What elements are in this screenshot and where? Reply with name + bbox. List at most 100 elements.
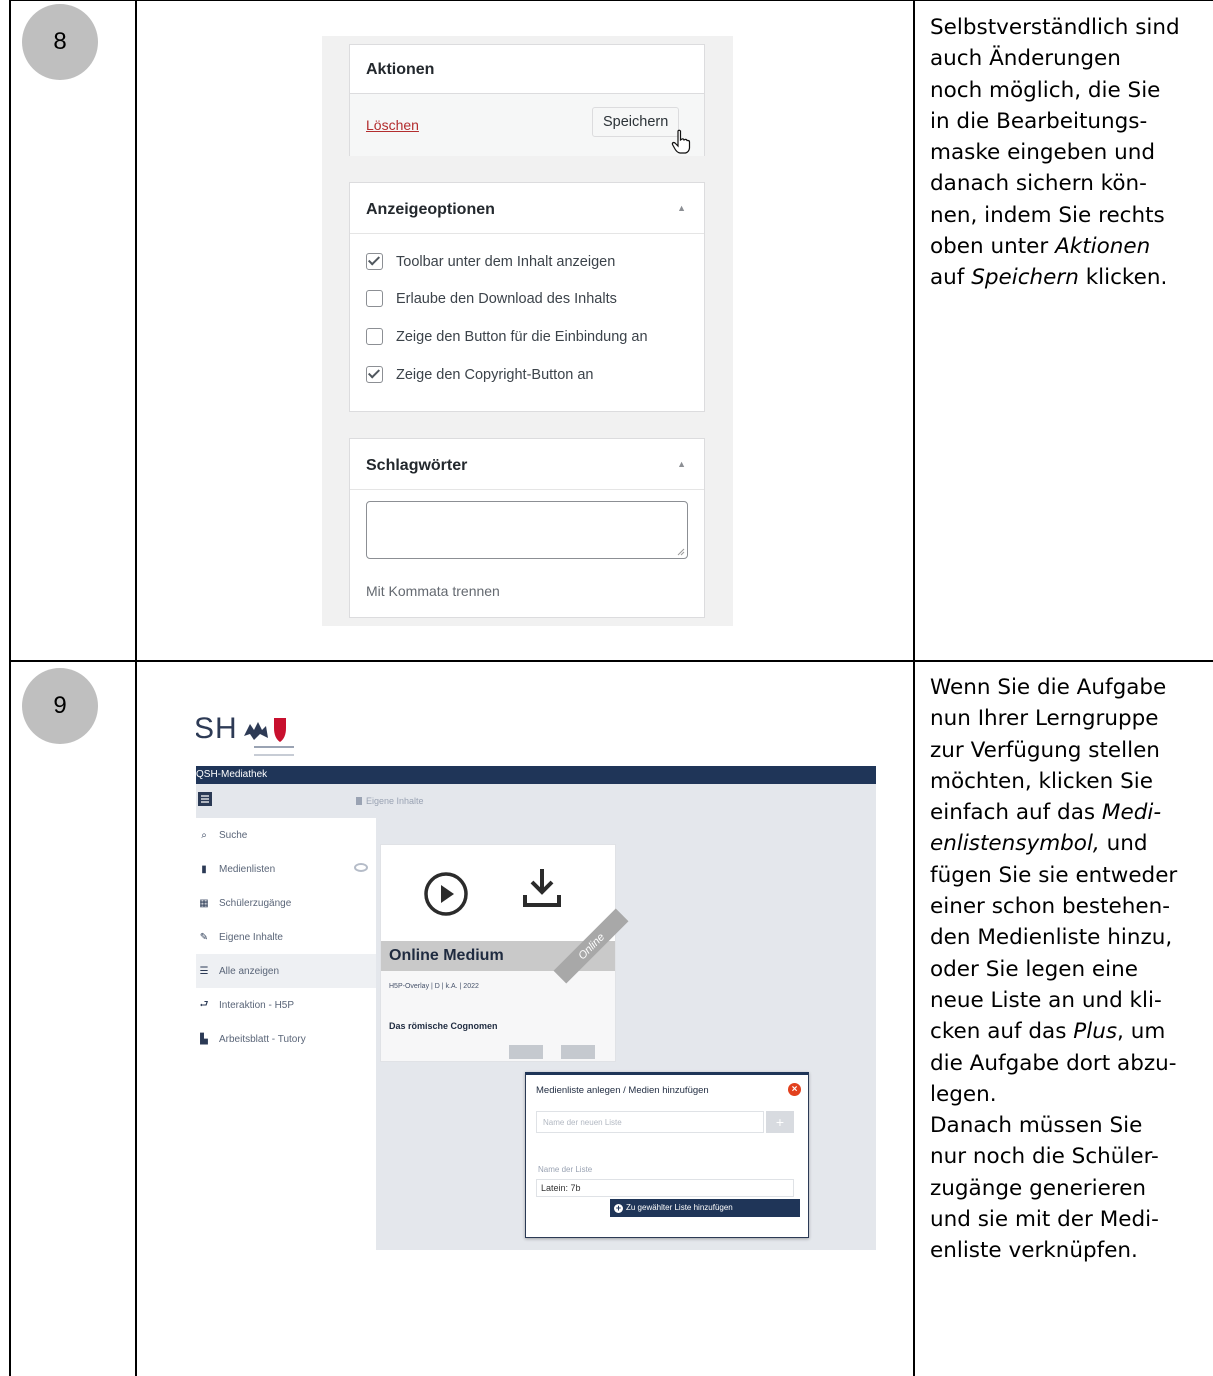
option-label: Erlaube den Download des Inhalts xyxy=(396,290,617,307)
option-copyright-button[interactable]: Zeige den Copyright-Button an xyxy=(366,366,594,383)
nav-alle-anzeigen[interactable]: ☰ Alle anzeigen xyxy=(196,954,376,988)
step8-screenshot: Aktionen Löschen Speichern Anzeigeoption… xyxy=(322,36,733,626)
eye-icon[interactable] xyxy=(354,863,368,872)
nav-medienlisten[interactable]: ▮ Medienlisten xyxy=(196,852,376,886)
text-line: nun Ihrer Lerngruppe xyxy=(930,706,1159,732)
text-line: nur noch die Schüler- xyxy=(930,1144,1159,1170)
table-border-left xyxy=(9,0,11,1376)
nav-schuelerzugaenge[interactable]: ▦ Schülerzugänge xyxy=(196,886,376,920)
text-line: zur Verfügung stellen xyxy=(930,737,1160,763)
text-fragment: einfach auf das xyxy=(930,800,1102,826)
text-fragment: und xyxy=(1099,831,1148,857)
nav-label: Interaktion - H5P xyxy=(219,999,295,1011)
option-toolbar[interactable]: Toolbar unter dem Inhalt anzeigen xyxy=(366,253,615,270)
table-border-col2 xyxy=(913,0,915,1376)
text-line: Danach müssen Sie xyxy=(930,1113,1143,1139)
table-icon: ▦ xyxy=(199,897,209,909)
text-line: fügen Sie sie entweder xyxy=(930,862,1178,888)
nav-interaktion-h5p[interactable]: ⮐ Interaktion - H5P xyxy=(196,988,376,1022)
option-label: Zeige den Button für die Einbindung an xyxy=(396,328,648,345)
list-value: Latein: 7b xyxy=(541,1183,581,1193)
play-icon xyxy=(424,872,468,916)
card-thumbnail xyxy=(381,845,615,941)
popup-title: Medienliste anlegen / Medien hinzufügen xyxy=(536,1085,709,1096)
text-line: Wenn Sie die Aufgabe xyxy=(930,675,1167,700)
checkbox[interactable] xyxy=(366,328,383,345)
text-line: einer schon bestehen- xyxy=(930,894,1170,920)
text-line: maske eingeben und xyxy=(930,140,1156,166)
save-button[interactable]: Speichern xyxy=(592,107,680,137)
text-line: oben unter Aktionen xyxy=(930,231,1210,262)
text-line: auf Speichern klicken. xyxy=(930,262,1210,293)
checkbox[interactable] xyxy=(366,290,383,307)
step-number-9: 9 xyxy=(22,668,98,744)
text-line: Selbstverständlich sind xyxy=(930,15,1180,40)
pencil-icon: ✎ xyxy=(199,931,209,943)
divider xyxy=(350,489,704,490)
checkbox[interactable] xyxy=(366,366,383,383)
tags-hint: Mit Kommata trennen xyxy=(366,583,500,599)
nav-suche[interactable]: ⌕ Suche xyxy=(196,818,376,852)
delete-link[interactable]: Löschen xyxy=(366,117,419,133)
card-meta: H5P-Overlay | D | k.A. | 2022 xyxy=(389,983,479,990)
text-line: oder Sie legen eine xyxy=(930,956,1138,982)
document-icon: ▙ xyxy=(200,1033,208,1045)
coat-of-arms-icon xyxy=(244,718,286,742)
list-icon: ☰ xyxy=(199,965,209,977)
text-line: enlistensymbol, und xyxy=(930,828,1210,859)
nav-eigene-inhalte[interactable]: ✎ Eigene Inhalte xyxy=(196,920,376,954)
tags-textarea[interactable] xyxy=(366,501,688,559)
button-label: Zu gewählter Liste hinzufügen xyxy=(626,1203,733,1212)
option-download[interactable]: Erlaube den Download des Inhalts xyxy=(366,290,617,307)
text-line: noch möglich, die Sie xyxy=(930,77,1161,103)
breadcrumb-label: Eigene Inhalte xyxy=(366,796,424,806)
placeholder: Name der neuen Liste xyxy=(543,1118,622,1127)
list-select[interactable]: Latein: 7b xyxy=(536,1179,794,1197)
breadcrumb: Eigene Inhalte xyxy=(356,796,424,806)
card-action-button[interactable] xyxy=(509,1045,543,1059)
add-list-button[interactable]: + xyxy=(766,1111,794,1133)
step9-screenshot: SH QSH-Mediathek Eigene Inhalte ⌕ Suche ▮… xyxy=(196,710,876,1266)
toolbar: Eigene Inhalte xyxy=(196,784,876,818)
nav-label: Suche xyxy=(219,829,248,841)
return-icon: ⮐ xyxy=(199,998,209,1010)
nav-label: Medienlisten xyxy=(219,863,276,875)
list-label: Name der Liste xyxy=(538,1165,593,1174)
emphasis-aktionen: Aktionen xyxy=(1055,234,1151,260)
nav-label: Arbeitsblatt - Tutory xyxy=(219,1033,306,1045)
close-icon[interactable]: × xyxy=(788,1083,801,1096)
collapse-caret-icon[interactable]: ▲ xyxy=(677,459,686,469)
text-line: den Medienliste hinzu, xyxy=(930,925,1173,951)
new-list-input[interactable]: Name der neuen Liste xyxy=(536,1111,764,1133)
text-line: nen, indem Sie rechts xyxy=(930,202,1165,228)
text-line: in die Bearbeitungs- xyxy=(930,108,1148,134)
step-number-8: 8 xyxy=(22,4,98,80)
option-embed-button[interactable]: Zeige den Button für die Einbindung an xyxy=(366,328,648,345)
text-line: legen. xyxy=(930,1081,997,1107)
plus-circle-icon: + xyxy=(614,1203,623,1213)
search-icon: ⌕ xyxy=(201,829,207,841)
option-label: Toolbar unter dem Inhalt anzeigen xyxy=(396,253,616,270)
collapse-caret-icon[interactable]: ▲ xyxy=(677,203,686,213)
nav-arbeitsblatt-tutory[interactable]: ▙ Arbeitsblatt - Tutory xyxy=(196,1022,376,1056)
bookmark-icon xyxy=(356,797,362,805)
app-titlebar: QSH-Mediathek xyxy=(196,766,876,784)
text-line: möchten, klicken Sie xyxy=(930,768,1153,794)
add-to-list-button[interactable]: + Zu gewählter Liste hinzufügen xyxy=(610,1199,800,1217)
divider xyxy=(350,233,704,234)
text-fragment: cken auf das xyxy=(930,1019,1074,1045)
text-fragment: , um xyxy=(1117,1019,1166,1045)
text-line: einfach auf das Medi- xyxy=(930,797,1210,828)
text-line: neue Liste an und kli- xyxy=(930,987,1162,1013)
aktionen-title: Aktionen xyxy=(366,61,435,78)
menu-icon[interactable] xyxy=(198,792,212,806)
checkbox[interactable] xyxy=(366,253,383,270)
download-icon xyxy=(523,869,561,907)
emphasis-plus: Plus xyxy=(1073,1019,1118,1045)
resize-handle-icon[interactable] xyxy=(677,548,685,556)
step8-description: Selbstverständlich sind auch Änderungen … xyxy=(930,12,1210,294)
card-action-button[interactable] xyxy=(561,1045,595,1059)
text-line: und sie mit der Medi- xyxy=(930,1207,1159,1233)
anzeigeoptionen-panel: Anzeigeoptionen ▲ Toolbar unter dem Inha… xyxy=(349,182,705,412)
sidebar: ⌕ Suche ▮ Medienlisten ▦ Schülerzugänge ✎ Ei… xyxy=(196,818,376,1266)
